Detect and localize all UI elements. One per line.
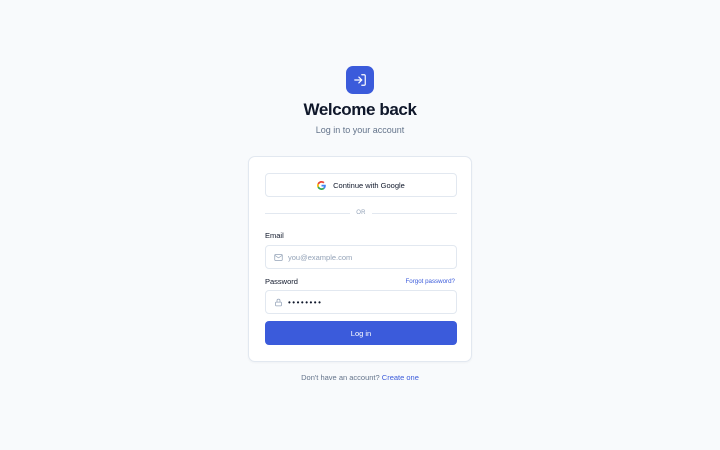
google-button-label: Continue with Google xyxy=(333,180,405,190)
login-arrow-icon xyxy=(346,66,374,94)
login-button[interactable]: Log in xyxy=(265,321,457,345)
email-field[interactable] xyxy=(288,252,448,262)
google-sign-in-button[interactable]: Continue with Google xyxy=(265,173,457,197)
divider-text: OR xyxy=(356,210,366,216)
google-icon xyxy=(317,180,326,190)
password-field-wrapper[interactable] xyxy=(265,290,457,314)
page-title: Welcome back xyxy=(303,100,417,119)
password-field[interactable] xyxy=(288,297,448,307)
email-field-wrapper[interactable] xyxy=(265,245,457,269)
lock-icon xyxy=(268,290,288,314)
email-label: Email xyxy=(265,231,284,240)
create-account-link[interactable]: Create one xyxy=(382,373,419,382)
signup-prompt-text: Don't have an account? xyxy=(301,373,380,382)
or-divider: OR xyxy=(265,208,458,218)
signup-prompt: Don't have an account? Create one xyxy=(0,373,720,382)
password-label: Password xyxy=(265,277,298,286)
page-subtitle: Log in to your account xyxy=(315,125,405,135)
login-page: Welcome back Log in to your account Cont… xyxy=(0,0,720,450)
forgot-password-link[interactable]: Forgot password? xyxy=(405,278,455,285)
mail-icon xyxy=(268,245,288,269)
login-card: Continue with Google OR Email Password F… xyxy=(248,156,472,362)
